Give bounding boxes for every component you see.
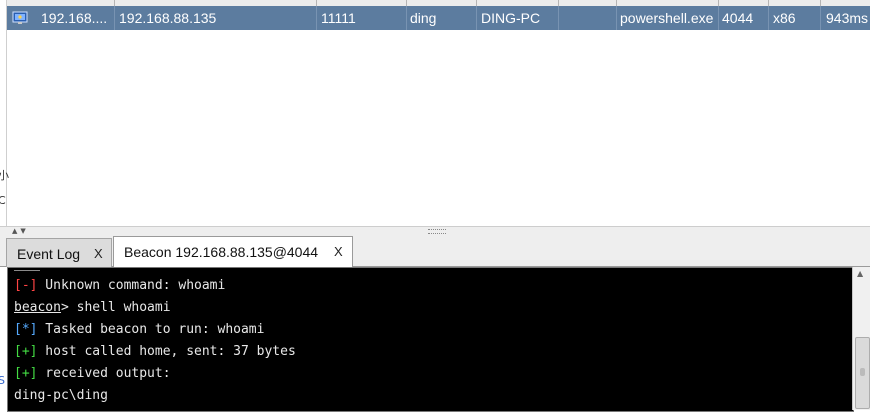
console-line: ding-pc\ding [14, 388, 108, 403]
scroll-up-arrow-icon[interactable]: ▲ [857, 269, 863, 278]
process-cell: powershell.exe [620, 10, 714, 26]
cell-divider [316, 6, 317, 30]
listener-cell: 11111 [321, 10, 356, 26]
console-line: [-] Unknown command: whoami [14, 278, 225, 293]
sessions-table: 192.168.... 192.168.88.135 11111 ding DI… [0, 0, 870, 226]
console-line: [*] Tasked beacon to run: whoami [14, 322, 264, 337]
pid-cell: 4044 [722, 10, 754, 26]
console-top-rule [14, 270, 40, 271]
computer-cell: DING-PC [481, 10, 541, 26]
left-panel-edge: 小 C S [0, 0, 9, 387]
console-text: host called home, sent: 37 bytes [37, 344, 296, 359]
tab-close-button[interactable]: X [334, 237, 343, 267]
cell-divider [114, 6, 115, 30]
tab-bar: Event Log X Beacon 192.168.88.135@4044 X [0, 236, 870, 268]
tab-label: Beacon 192.168.88.135@4044 [124, 244, 319, 260]
console-line: [+] received output: [14, 366, 171, 381]
console-text: > shell whoami [60, 300, 171, 315]
info-tag: [*] [14, 322, 38, 337]
tab-close-button[interactable]: X [94, 239, 103, 269]
success-tag: [+] [14, 366, 38, 381]
cell-divider [718, 6, 719, 30]
cell-divider [768, 6, 769, 30]
console-text: Unknown command: whoami [37, 278, 226, 293]
edge-fragment: C [0, 194, 6, 207]
tab-beacon[interactable]: Beacon 192.168.88.135@4044 X [113, 236, 353, 268]
splitter-grip-icon[interactable] [428, 229, 446, 234]
cell-divider [616, 6, 617, 30]
success-tag: [+] [14, 344, 38, 359]
console-line: beacon> shell whoami [14, 300, 171, 315]
beacon-computer-icon [12, 11, 28, 25]
console-output: ding-pc\ding [14, 388, 108, 403]
external-ip-cell: 192.168.... [41, 10, 108, 26]
scroll-grip-icon [860, 368, 865, 376]
beacon-console[interactable]: [-] Unknown command: whoami beacon> shel… [7, 267, 854, 412]
console-text: received output: [37, 366, 171, 381]
cell-divider [820, 6, 821, 30]
cell-divider [476, 6, 477, 30]
internal-ip-cell: 192.168.88.135 [119, 10, 217, 26]
console-scrollbar[interactable]: ▲ [852, 267, 870, 410]
edge-fragment: S [0, 374, 5, 387]
beacon-prompt: beacon [14, 300, 61, 315]
user-cell: ding [410, 10, 437, 26]
arch-cell: x86 [773, 10, 796, 26]
console-line: [+] host called home, sent: 37 bytes [14, 344, 296, 359]
cell-divider [406, 6, 407, 30]
cell-divider [558, 6, 559, 30]
tab-label: Event Log [17, 246, 81, 262]
scrollbar-thumb[interactable] [855, 337, 870, 409]
tab-event-log[interactable]: Event Log X [6, 238, 112, 267]
splitter-collapse-arrows-icon[interactable]: ▲▼ [12, 227, 29, 235]
session-row[interactable]: 192.168.... 192.168.88.135 11111 ding DI… [7, 6, 870, 30]
error-tag: [-] [14, 278, 38, 293]
console-text: Tasked beacon to run: whoami [37, 322, 265, 337]
last-checkin-cell: 943ms [826, 10, 869, 26]
edge-fragment: 小 [0, 169, 9, 182]
